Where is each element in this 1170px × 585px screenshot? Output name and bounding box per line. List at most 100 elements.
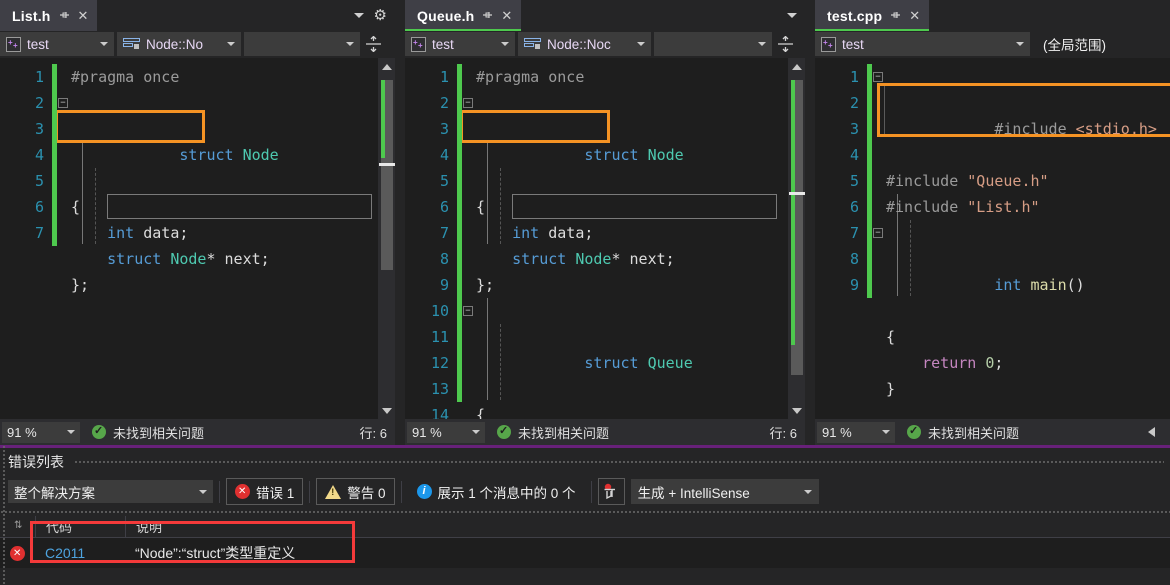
scroll-down-icon[interactable] bbox=[378, 402, 395, 419]
line-number: 3 bbox=[34, 120, 44, 138]
toolbar-divider bbox=[590, 480, 592, 503]
collapse-toggle-icon[interactable]: − bbox=[463, 98, 473, 108]
error-filter-icon[interactable] bbox=[597, 478, 625, 505]
member-dropdown-pane-2[interactable]: Node::Noc bbox=[518, 32, 651, 56]
project-name: test bbox=[842, 36, 864, 52]
selection-highlight-box bbox=[512, 194, 777, 219]
toolbar-divider bbox=[309, 480, 311, 503]
scroll-up-icon[interactable] bbox=[378, 58, 395, 75]
scroll-down-icon[interactable] bbox=[788, 402, 805, 419]
line-number: 5 bbox=[439, 172, 449, 190]
toolbar-bottom-dots bbox=[0, 510, 1170, 514]
zoom-dropdown-pane-3[interactable]: 91 % bbox=[817, 421, 895, 443]
scroll-up-icon[interactable] bbox=[788, 58, 805, 75]
close-icon[interactable]: ✕ bbox=[78, 9, 89, 22]
navbar-pane-2: + + test Node::Noc bbox=[405, 31, 805, 58]
row-error-code[interactable]: C2011 bbox=[35, 538, 125, 568]
line-number: 2 bbox=[439, 94, 449, 112]
error-list-grid: ⇅ 代码 说明 C2011 “Node”:“struct”类型重定义 bbox=[0, 515, 1170, 568]
cpp-project-icon: + + bbox=[821, 36, 836, 52]
chevron-down-icon[interactable] bbox=[353, 13, 364, 18]
collapse-toggle-icon[interactable]: − bbox=[463, 306, 473, 316]
code-area-pane-2[interactable]: 1 2 3 4 5 6 7 8 9 10 11 12 13 14 #pragma… bbox=[405, 58, 805, 419]
code-line: − struct Queue bbox=[462, 298, 805, 402]
chevron-down-icon[interactable] bbox=[787, 13, 797, 18]
code-line: int data; bbox=[107, 224, 189, 242]
pane-splitter-1[interactable] bbox=[395, 0, 405, 445]
pin-icon[interactable] bbox=[482, 10, 493, 21]
tab-title: test.cpp bbox=[827, 7, 883, 24]
code-lines-pane-1[interactable]: #pragma once − struct Node { int data; s… bbox=[57, 58, 395, 419]
panel-title: 错误列表 bbox=[8, 453, 64, 470]
split-window-icon[interactable] bbox=[775, 32, 796, 56]
scrollbar-cursor-marker bbox=[379, 163, 395, 166]
header-selector[interactable]: ⇅ bbox=[0, 516, 35, 538]
messages-toggle-button[interactable]: 展示 1 个消息中的 0 个 bbox=[408, 478, 585, 505]
collapse-toggle-icon[interactable]: − bbox=[873, 228, 883, 238]
project-dropdown-pane-2[interactable]: + + test bbox=[405, 32, 515, 56]
close-icon[interactable]: ✕ bbox=[909, 9, 920, 22]
errors-toggle-button[interactable]: 错误 1 bbox=[226, 478, 304, 505]
line-number: 4 bbox=[439, 146, 449, 164]
header-code[interactable]: 代码 bbox=[35, 515, 125, 538]
code-lines-pane-2[interactable]: #pragma once − struct Node { int data; s… bbox=[462, 58, 805, 419]
warnings-toggle-button[interactable]: 警告 0 bbox=[316, 478, 395, 505]
project-dropdown-pane-3[interactable]: + + test bbox=[815, 32, 1030, 56]
tab-accent-bar bbox=[405, 29, 522, 31]
drag-handle-dots[interactable] bbox=[74, 460, 1164, 463]
table-row[interactable]: C2011 “Node”:“struct”类型重定义 bbox=[0, 538, 1170, 568]
member-list-icon bbox=[524, 37, 541, 51]
status-text: 未找到相关问题 bbox=[113, 425, 205, 441]
pin-icon[interactable] bbox=[59, 10, 70, 21]
tab-accent-bar bbox=[815, 29, 930, 31]
vertical-scrollbar-pane-2[interactable] bbox=[788, 58, 805, 419]
vertical-scrollbar-pane-1[interactable] bbox=[378, 58, 395, 419]
visual-studio-window: List.h ✕ ⚙ + + test Node::No 1 2 3 4 5 6… bbox=[0, 0, 1170, 585]
tab-queue-h[interactable]: Queue.h ✕ bbox=[405, 0, 522, 31]
scope-filter-value: 整个解决方案 bbox=[14, 485, 95, 501]
build-filter-dropdown[interactable]: 生成 + IntelliSense bbox=[630, 479, 819, 504]
line-number: 5 bbox=[34, 172, 44, 190]
tab-test-cpp[interactable]: test.cpp ✕ bbox=[815, 0, 930, 31]
member-name: Node::No bbox=[146, 36, 204, 52]
line-number: 1 bbox=[34, 68, 44, 86]
member-list-icon bbox=[123, 37, 140, 51]
chevron-down-icon bbox=[67, 430, 75, 434]
selection-highlight-box bbox=[107, 194, 372, 219]
split-window-icon[interactable] bbox=[363, 32, 384, 56]
horizontal-scroll-left-pane-3[interactable] bbox=[1148, 427, 1170, 437]
tab-list-h[interactable]: List.h ✕ bbox=[0, 0, 98, 31]
scroll-left-icon[interactable] bbox=[1148, 427, 1155, 437]
header-description[interactable]: 说明 bbox=[125, 515, 1170, 538]
code-line: }; bbox=[476, 276, 495, 294]
code-lines-pane-3[interactable]: − #include <stdio.h> #include "Queue.h" … bbox=[872, 58, 1170, 419]
project-dropdown-pane-1[interactable]: + + test bbox=[0, 32, 114, 56]
zoom-dropdown-pane-1[interactable]: 91 % bbox=[2, 421, 80, 443]
status-bar-pane-3: 91 % 未找到相关问题 bbox=[815, 419, 1170, 445]
line-number: 9 bbox=[439, 276, 449, 294]
navbar-pane-3: + + test (全局范围) bbox=[815, 31, 1170, 58]
cpp-project-icon: + + bbox=[411, 36, 426, 52]
collapse-toggle-icon[interactable]: − bbox=[58, 98, 68, 108]
chevron-down-icon bbox=[882, 430, 890, 434]
tabstrip-pane-3: test.cpp ✕ bbox=[815, 0, 1170, 31]
line-number: 4 bbox=[34, 146, 44, 164]
close-icon[interactable]: ✕ bbox=[501, 9, 512, 22]
status-ok-icon bbox=[497, 424, 511, 439]
collapse-toggle-icon[interactable]: − bbox=[873, 72, 883, 82]
third-dropdown-pane-1[interactable] bbox=[244, 32, 360, 56]
member-dropdown-pane-1[interactable]: Node::No bbox=[117, 32, 241, 56]
tabstrip-pane-2: Queue.h ✕ bbox=[405, 0, 805, 31]
code-area-pane-3[interactable]: 1 2 3 4 5 6 7 8 9 − #include <stdio.h> #… bbox=[815, 58, 1170, 419]
third-dropdown-pane-2[interactable] bbox=[654, 32, 772, 56]
scope-filter-dropdown[interactable]: 整个解决方案 bbox=[8, 480, 213, 503]
code-line: #pragma once bbox=[462, 64, 805, 90]
pane-splitter-2[interactable] bbox=[805, 0, 815, 445]
gear-icon[interactable]: ⚙ bbox=[374, 8, 387, 23]
zoom-dropdown-pane-2[interactable]: 91 % bbox=[407, 421, 485, 443]
pin-icon[interactable] bbox=[890, 10, 901, 21]
row-error-description[interactable]: “Node”:“struct”类型重定义 bbox=[125, 538, 1170, 568]
build-filter-value: 生成 + IntelliSense bbox=[637, 485, 750, 501]
code-area-pane-1[interactable]: 1 2 3 4 5 6 7 #pragma once − struct Node… bbox=[0, 58, 395, 419]
scope-label-pane-3[interactable]: (全局范围) bbox=[1033, 32, 1106, 56]
